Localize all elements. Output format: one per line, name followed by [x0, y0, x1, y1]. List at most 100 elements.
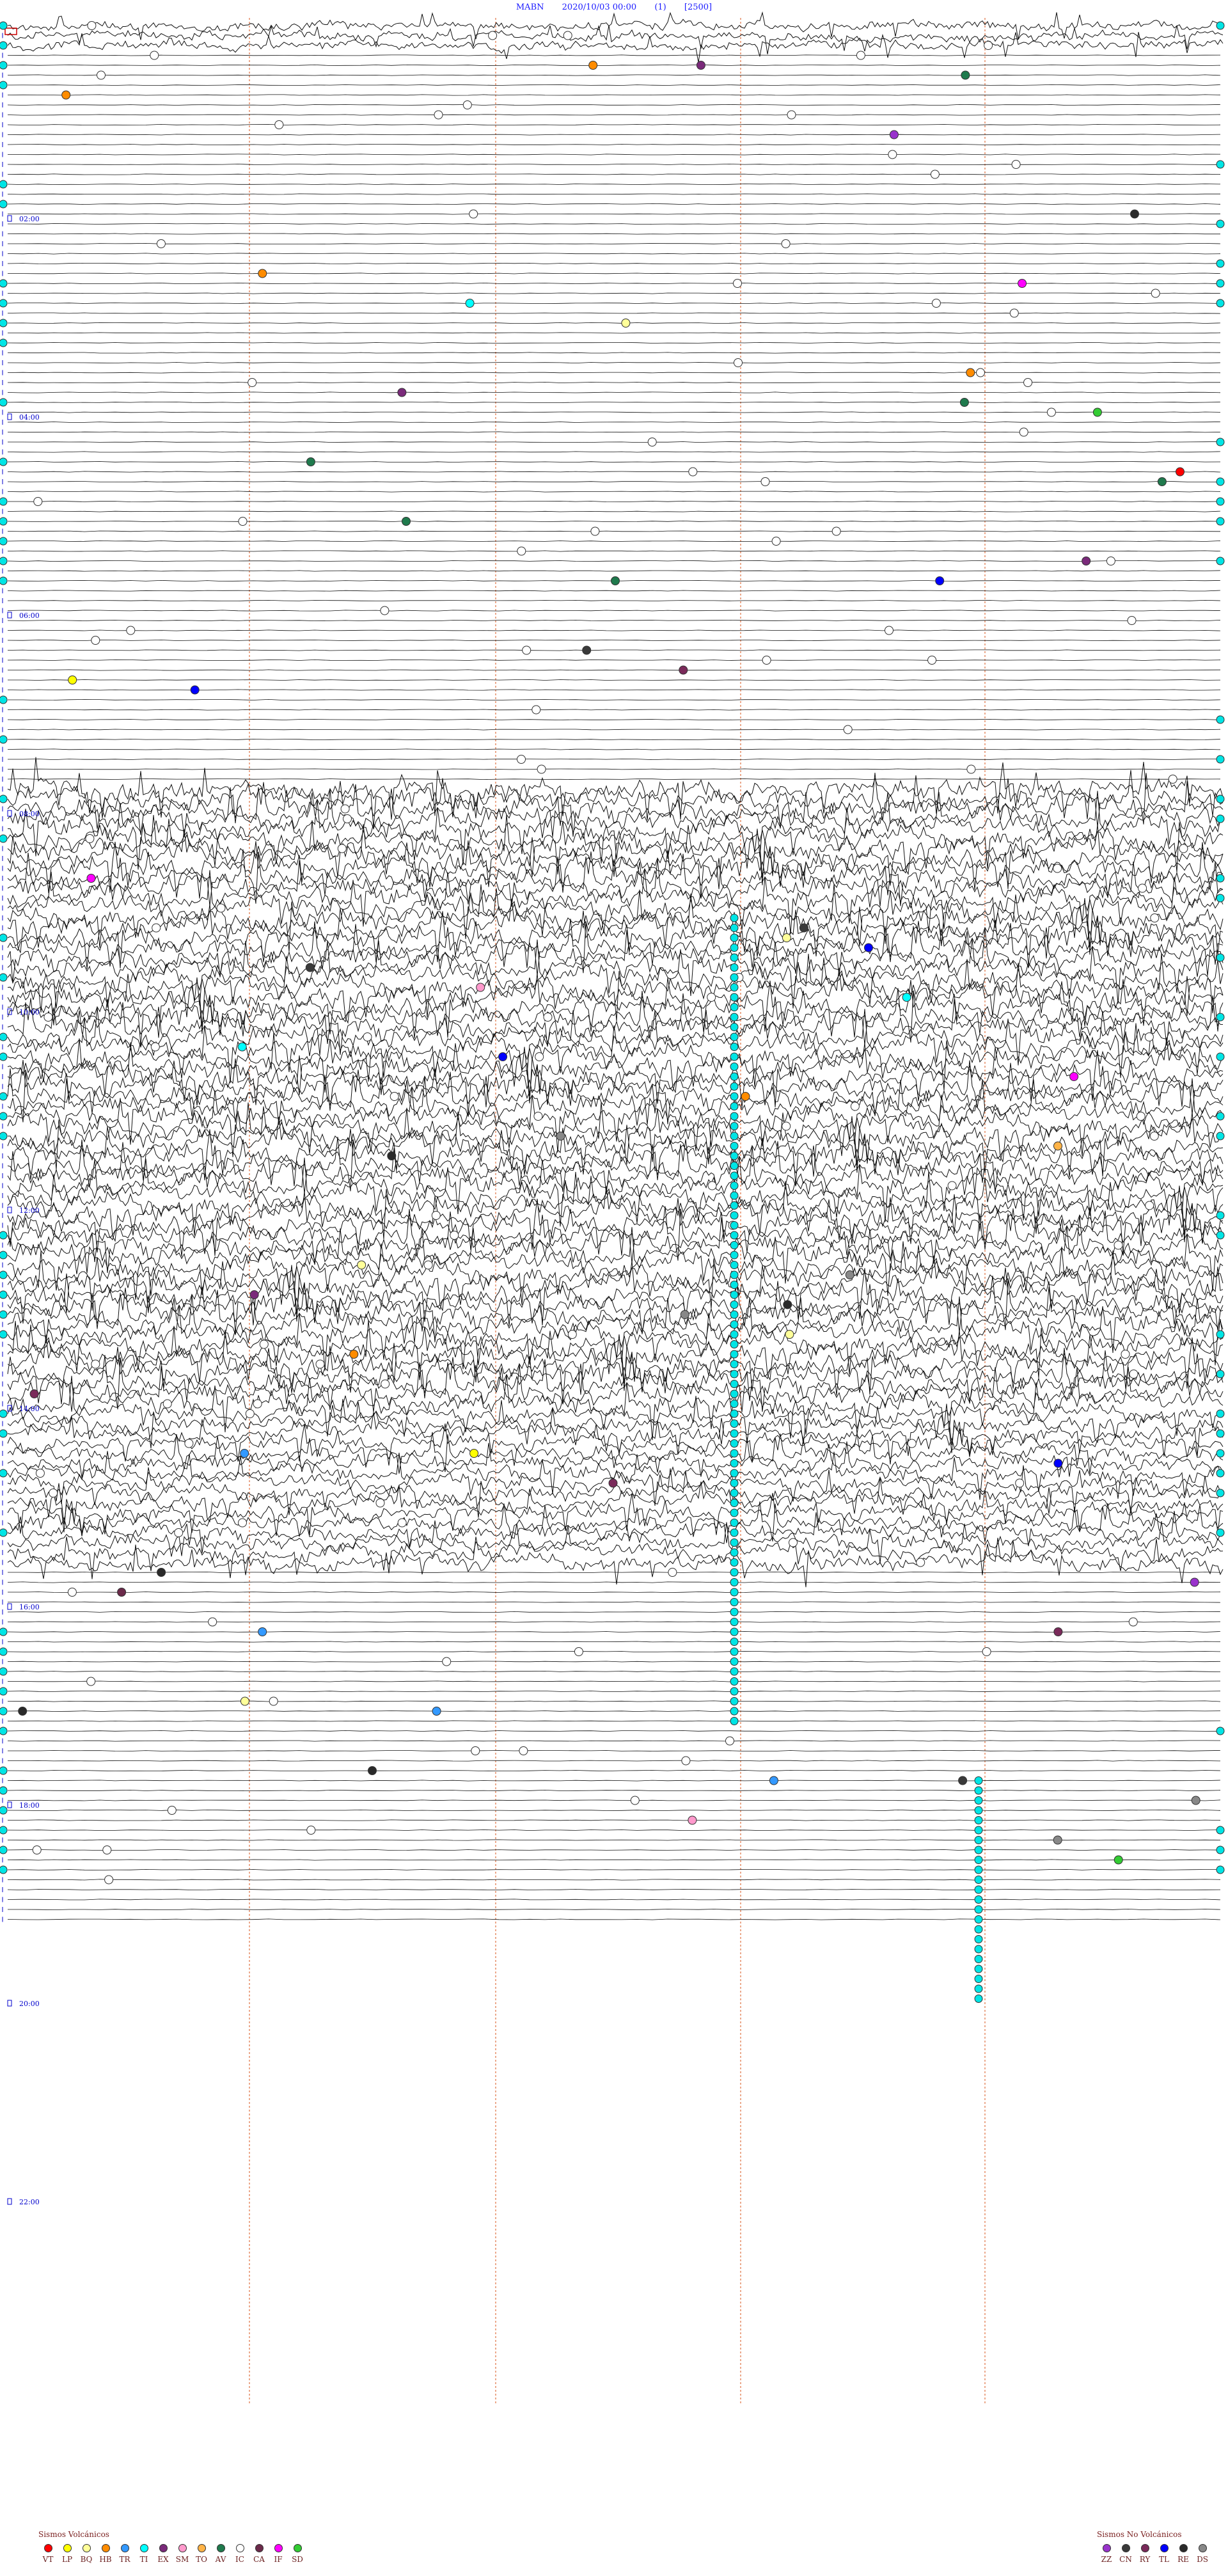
ti-marker — [1216, 1489, 1225, 1497]
ti-marker — [1216, 715, 1225, 724]
trace-row — [7, 1661, 1221, 1663]
event-marker — [91, 636, 100, 645]
re-marker-icon — [1179, 2544, 1188, 2552]
trace-row — [7, 292, 1221, 294]
trace-row — [7, 104, 1221, 106]
ti-marker — [1216, 299, 1225, 308]
ti-marker — [1216, 517, 1225, 526]
ti-marker — [1216, 1231, 1225, 1240]
ti-marker — [1216, 1449, 1225, 1458]
event-marker — [696, 61, 705, 70]
to-marker-icon — [197, 2544, 206, 2552]
event-marker — [1129, 1370, 1138, 1379]
tr-marker-icon — [120, 2544, 129, 2552]
event-marker — [611, 576, 620, 585]
hour-label: 06:00 — [19, 612, 40, 620]
trace-row — [7, 718, 1221, 720]
legend-volcanic-to: TO — [192, 2544, 211, 2564]
ti-marker — [974, 1964, 983, 1973]
event-marker — [397, 1518, 407, 1528]
ti-marker — [0, 1032, 8, 1041]
event-marker — [647, 438, 657, 446]
event-marker — [157, 1568, 166, 1577]
vt-marker-icon — [43, 2544, 52, 2552]
legend-code: RY — [1139, 2555, 1151, 2564]
ti-marker — [974, 1865, 983, 1874]
trace-row — [7, 253, 1221, 255]
event-marker — [930, 170, 940, 179]
ti-marker — [730, 1697, 739, 1705]
event-marker — [498, 1052, 508, 1061]
event-marker — [927, 656, 937, 665]
event-marker — [725, 1736, 734, 1746]
event-marker — [582, 645, 592, 655]
ti-marker — [0, 1092, 8, 1101]
trace-row — [7, 791, 1224, 865]
event-marker — [984, 41, 993, 50]
ti-marker — [0, 398, 8, 407]
trace-row — [7, 1009, 1224, 1084]
event-marker — [117, 1588, 127, 1597]
trace-row — [7, 1849, 1221, 1851]
trace-row — [7, 1355, 1224, 1412]
ti-marker — [730, 1201, 739, 1210]
legend-volcanic-lp: LP — [58, 2544, 77, 2564]
trace-row — [7, 1769, 1221, 1772]
ti-marker — [730, 1281, 739, 1289]
legend-code: RE — [1177, 2555, 1189, 2564]
ti-marker — [0, 517, 8, 526]
legend-volcanic-hb: HB — [96, 2544, 115, 2564]
ti-marker — [730, 973, 739, 982]
trace-row — [8, 699, 1221, 701]
event-marker — [390, 1092, 399, 1101]
event-marker — [97, 70, 106, 80]
event-marker — [208, 1617, 217, 1627]
event-marker — [67, 1588, 77, 1597]
event-marker — [402, 517, 411, 526]
trace-row — [7, 1650, 1221, 1653]
ex-marker-icon — [159, 2544, 168, 2552]
ti-marker — [0, 497, 8, 506]
legend-volcanic-sd: SD — [288, 2544, 307, 2564]
channel-number: (1) — [654, 3, 666, 12]
ti-marker — [730, 1578, 739, 1586]
trace-row — [7, 599, 1221, 602]
ti-marker — [730, 1072, 739, 1081]
ti-marker — [1216, 1727, 1225, 1735]
trace-row — [7, 1869, 1221, 1871]
amplitude-scale: [2500] — [684, 3, 712, 12]
event-marker — [1053, 1458, 1063, 1468]
ti-marker — [730, 1300, 739, 1309]
ti-marker — [1216, 1845, 1225, 1854]
event-marker — [762, 656, 771, 665]
trace-row — [7, 1899, 1221, 1900]
trace-row — [7, 342, 1221, 344]
event-marker — [769, 1776, 778, 1785]
ti-marker — [0, 1132, 8, 1141]
legend-non-volcanic-ds: DS — [1193, 2544, 1212, 2564]
trace-row — [8, 1641, 1221, 1643]
event-marker — [947, 1181, 957, 1190]
event-marker — [1092, 407, 1102, 417]
trace-row — [7, 352, 1221, 354]
trace-row — [7, 649, 1221, 651]
trace-row — [7, 1581, 1221, 1583]
event-marker — [1176, 467, 1185, 477]
event-marker — [381, 1379, 390, 1389]
event-marker — [537, 764, 546, 774]
trace-row — [7, 1111, 1224, 1178]
hour-box-icon — [7, 1603, 12, 1610]
ti-marker — [730, 1102, 739, 1110]
ti-marker — [1216, 1409, 1225, 1418]
event-marker — [1023, 378, 1033, 387]
event-marker — [1136, 1112, 1145, 1121]
hour-label: 04:00 — [19, 413, 40, 422]
hour-label: 18:00 — [19, 1801, 40, 1810]
hour-label: 10:00 — [19, 1008, 40, 1016]
event-marker — [29, 1389, 39, 1398]
ti-marker — [0, 1469, 8, 1478]
cn-marker-icon — [1121, 2544, 1130, 2552]
ti-marker — [1216, 160, 1225, 169]
event-marker — [789, 1538, 798, 1547]
trace-row — [7, 1396, 1224, 1437]
